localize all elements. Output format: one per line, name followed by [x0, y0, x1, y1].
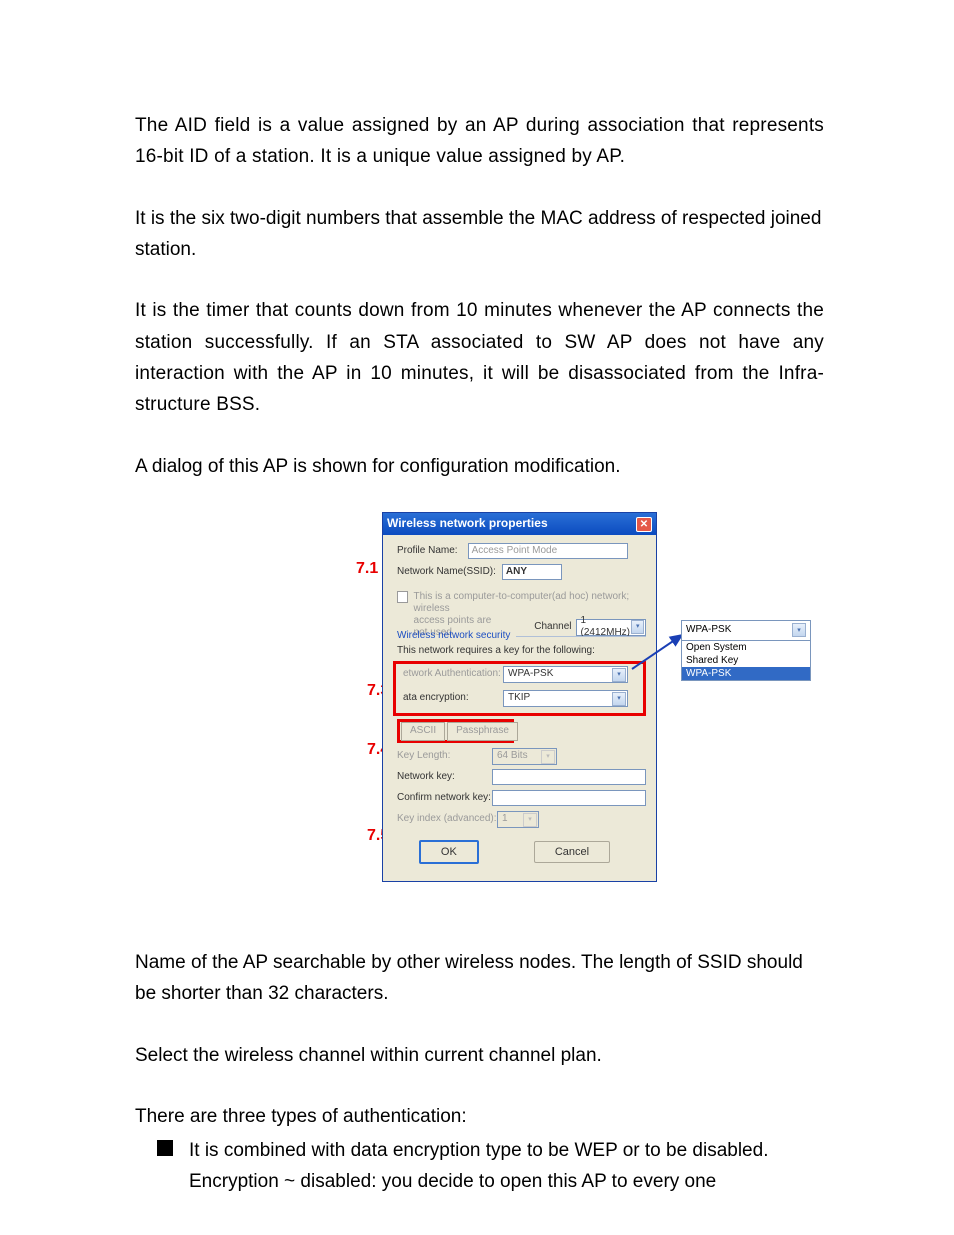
- keylen-label: Key Length:: [397, 748, 492, 765]
- keyidx-value: 1: [502, 811, 508, 828]
- tab-passphrase: Passphrase: [447, 722, 518, 741]
- encryption-select[interactable]: TKIP ▾: [503, 690, 628, 707]
- adhoc-text-line1: This is a computer-to-computer(ad hoc) n…: [414, 591, 646, 615]
- chevron-down-icon: ▾: [612, 692, 626, 706]
- requires-key-text: This network requires a key for the foll…: [397, 643, 595, 660]
- auth-option-shared-key[interactable]: Shared Key: [682, 654, 810, 667]
- group-divider: [516, 636, 646, 637]
- paragraph-dialog-intro: A dialog of this AP is shown for configu…: [135, 451, 824, 482]
- square-bullet-icon: [157, 1140, 173, 1156]
- chevron-down-icon: ▾: [792, 623, 806, 637]
- profile-name-input[interactable]: Access Point Mode: [468, 543, 628, 559]
- bullet-line-2: Encryption ~ disabled: you decide to ope…: [189, 1167, 768, 1197]
- close-button[interactable]: ✕: [636, 517, 652, 532]
- bullet-line-1: It is combined with data encryption type…: [189, 1136, 768, 1166]
- bullet-text: It is combined with data encryption type…: [189, 1136, 768, 1197]
- screenshot-figure: 7.1 7.2 7.3 7.4 7.5 Wireless network pro…: [137, 512, 822, 882]
- document-page: The AID field is a value assigned by an …: [0, 0, 954, 1235]
- auth-select[interactable]: WPA-PSK ▾: [503, 666, 628, 683]
- keylen-value: 64 Bits: [497, 748, 528, 765]
- auth-option-wpa-psk[interactable]: WPA-PSK: [682, 667, 810, 680]
- dialog-body: Profile Name: Access Point Mode Network …: [383, 535, 656, 881]
- keyidx-select: 1 ▾: [497, 811, 539, 828]
- paragraph-ssid-desc: Name of the AP searchable by other wirel…: [135, 947, 824, 1010]
- dialog-titlebar[interactable]: Wireless network properties ✕: [383, 513, 656, 535]
- auth-type-dropdown-list[interactable]: WPA-PSK ▾ Open System Shared Key WPA-PSK: [681, 620, 811, 681]
- chevron-down-icon: ▾: [541, 750, 555, 764]
- netkey-input[interactable]: [492, 769, 646, 785]
- profile-name-label: Profile Name:: [397, 543, 458, 560]
- paragraph-timer: It is the timer that counts down from 10…: [135, 295, 824, 420]
- bullet-open-system: It is combined with data encryption type…: [157, 1136, 824, 1197]
- auth-popup-selected-text: WPA-PSK: [686, 622, 731, 639]
- ssid-label: Network Name(SSID):: [397, 564, 496, 581]
- encryption-value: TKIP: [508, 690, 530, 707]
- ssid-input[interactable]: ANY: [502, 564, 562, 580]
- paragraph-mac: It is the six two-digit numbers that ass…: [135, 203, 824, 266]
- dialog-title: Wireless network properties: [387, 514, 548, 534]
- adhoc-checkbox: [397, 591, 408, 603]
- annotation-7-1: 7.1: [356, 556, 378, 582]
- ok-button[interactable]: OK: [419, 840, 479, 864]
- netkey-label: Network key:: [397, 769, 492, 786]
- keyidx-label: Key index (advanced):: [397, 811, 497, 828]
- wireless-properties-dialog: Wireless network properties ✕ Profile Na…: [382, 512, 657, 882]
- chevron-down-icon: ▾: [523, 813, 537, 827]
- auth-popup-selected: WPA-PSK ▾: [682, 621, 810, 641]
- encryption-label: ata encryption:: [403, 690, 503, 707]
- keylen-select: 64 Bits ▾: [492, 748, 557, 765]
- auth-label: etwork Authentication:: [403, 666, 503, 683]
- confkey-input[interactable]: [492, 790, 646, 806]
- auth-option-open-system[interactable]: Open System: [682, 641, 810, 654]
- cancel-button[interactable]: Cancel: [534, 841, 610, 863]
- paragraph-channel-desc: Select the wireless channel within curre…: [135, 1040, 824, 1071]
- chevron-down-icon: ▾: [612, 668, 626, 682]
- paragraph-aid: The AID field is a value assigned by an …: [135, 110, 824, 173]
- tab-ascii: ASCII: [401, 722, 445, 741]
- paragraph-auth-intro: There are three types of authentication:: [135, 1101, 824, 1132]
- auth-value: WPA-PSK: [508, 666, 553, 683]
- confkey-label: Confirm network key:: [397, 790, 492, 807]
